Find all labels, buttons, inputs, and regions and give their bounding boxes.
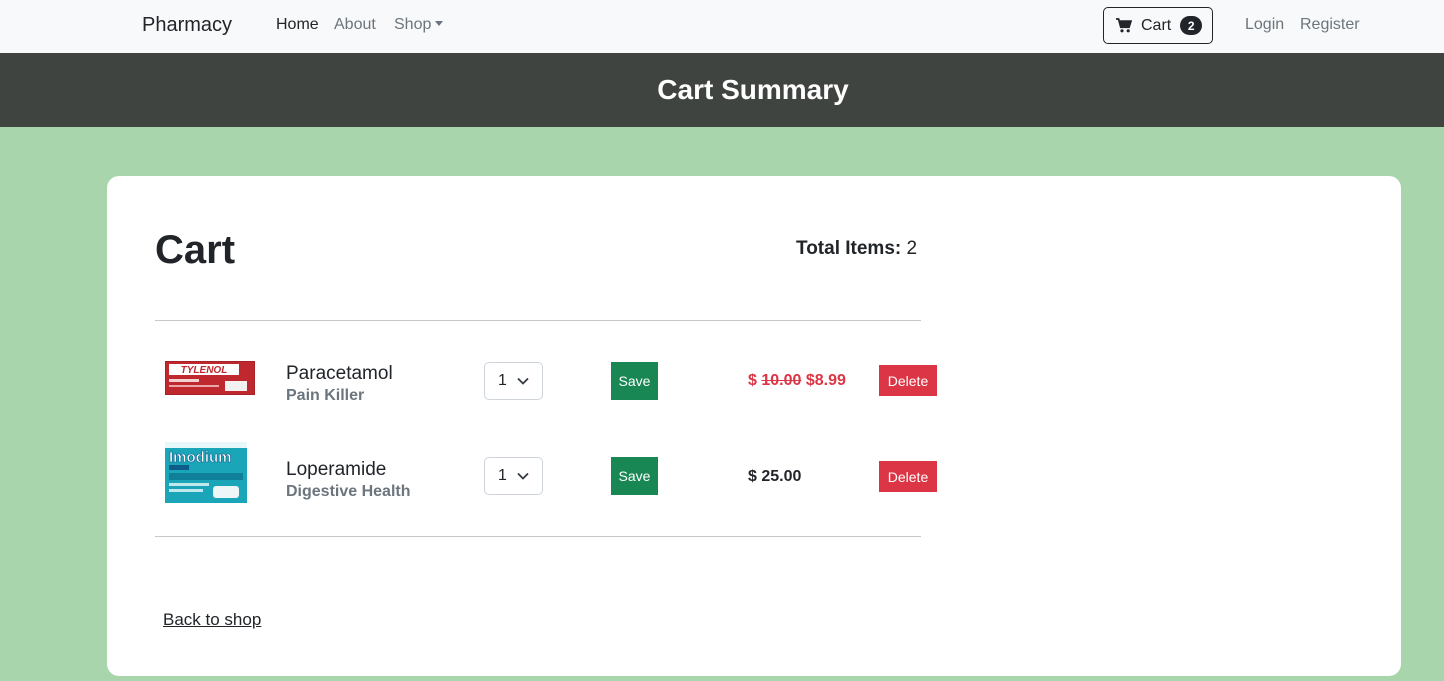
register-link[interactable]: Register xyxy=(1300,16,1360,34)
cart-heading: Cart xyxy=(155,228,236,272)
chevron-down-icon xyxy=(517,377,529,385)
quantity-value: 1 xyxy=(498,467,507,484)
total-items: Total Items: 2 xyxy=(796,238,917,260)
total-items-label: Total Items: xyxy=(796,238,902,259)
bottom-divider xyxy=(155,536,921,537)
top-divider xyxy=(155,320,921,321)
delete-button[interactable]: Delete xyxy=(879,461,937,492)
tylenol-box-text: TYLENOL xyxy=(181,365,228,376)
cart-item-row: TYLENOL Paracetamol Pain Killer 1 Save $… xyxy=(155,346,955,416)
product-name: Paracetamol xyxy=(286,363,393,384)
caret-down-icon xyxy=(435,21,444,26)
save-button[interactable]: Save xyxy=(611,457,658,495)
nav-shop-dropdown[interactable]: Shop xyxy=(394,16,444,34)
brand-logo[interactable]: Pharmacy xyxy=(142,14,232,37)
nav-shop-label: Shop xyxy=(394,16,432,33)
imodium-box-image: Imodium xyxy=(165,442,247,503)
product-price: $ 10.00 $8.99 xyxy=(748,372,846,390)
save-button[interactable]: Save xyxy=(611,362,658,400)
imodium-box-text: Imodium xyxy=(169,449,232,466)
cart-card: Cart Total Items: 2 TYLENOL Paracetamol … xyxy=(107,176,1401,676)
quantity-select[interactable]: 1 xyxy=(484,362,543,400)
navbar: Pharmacy Home About Shop Cart 2 Login Re… xyxy=(0,0,1444,53)
page-title: Cart Summary xyxy=(657,74,849,105)
quantity-select[interactable]: 1 xyxy=(484,457,543,495)
product-category: Pain Killer xyxy=(286,387,365,404)
product-category: Digestive Health xyxy=(286,483,411,500)
product-name: Loperamide xyxy=(286,459,387,480)
login-link[interactable]: Login xyxy=(1245,16,1284,34)
original-price: 10.00 xyxy=(761,372,802,389)
shopping-cart-icon xyxy=(1116,18,1132,33)
sale-price: $8.99 xyxy=(805,372,846,389)
cart-label: Cart xyxy=(1141,16,1172,34)
chevron-down-icon xyxy=(517,472,529,480)
nav-about[interactable]: About xyxy=(334,16,376,34)
cart-item-row: Imodium Loperamide Digestive Health 1 Sa… xyxy=(155,442,955,512)
back-to-shop-link[interactable]: Back to shop xyxy=(163,610,261,630)
cart-button[interactable]: Cart 2 xyxy=(1103,7,1213,44)
product-price: $ 25.00 xyxy=(748,468,802,485)
price-currency: $ xyxy=(748,372,757,389)
tylenol-box-image: TYLENOL xyxy=(165,361,255,395)
cart-count-badge: 2 xyxy=(1180,16,1203,35)
nav-home[interactable]: Home xyxy=(276,16,319,34)
page-header: Cart Summary xyxy=(0,53,1444,127)
delete-button[interactable]: Delete xyxy=(879,365,937,396)
total-items-value: 2 xyxy=(906,238,918,259)
quantity-value: 1 xyxy=(498,372,507,389)
